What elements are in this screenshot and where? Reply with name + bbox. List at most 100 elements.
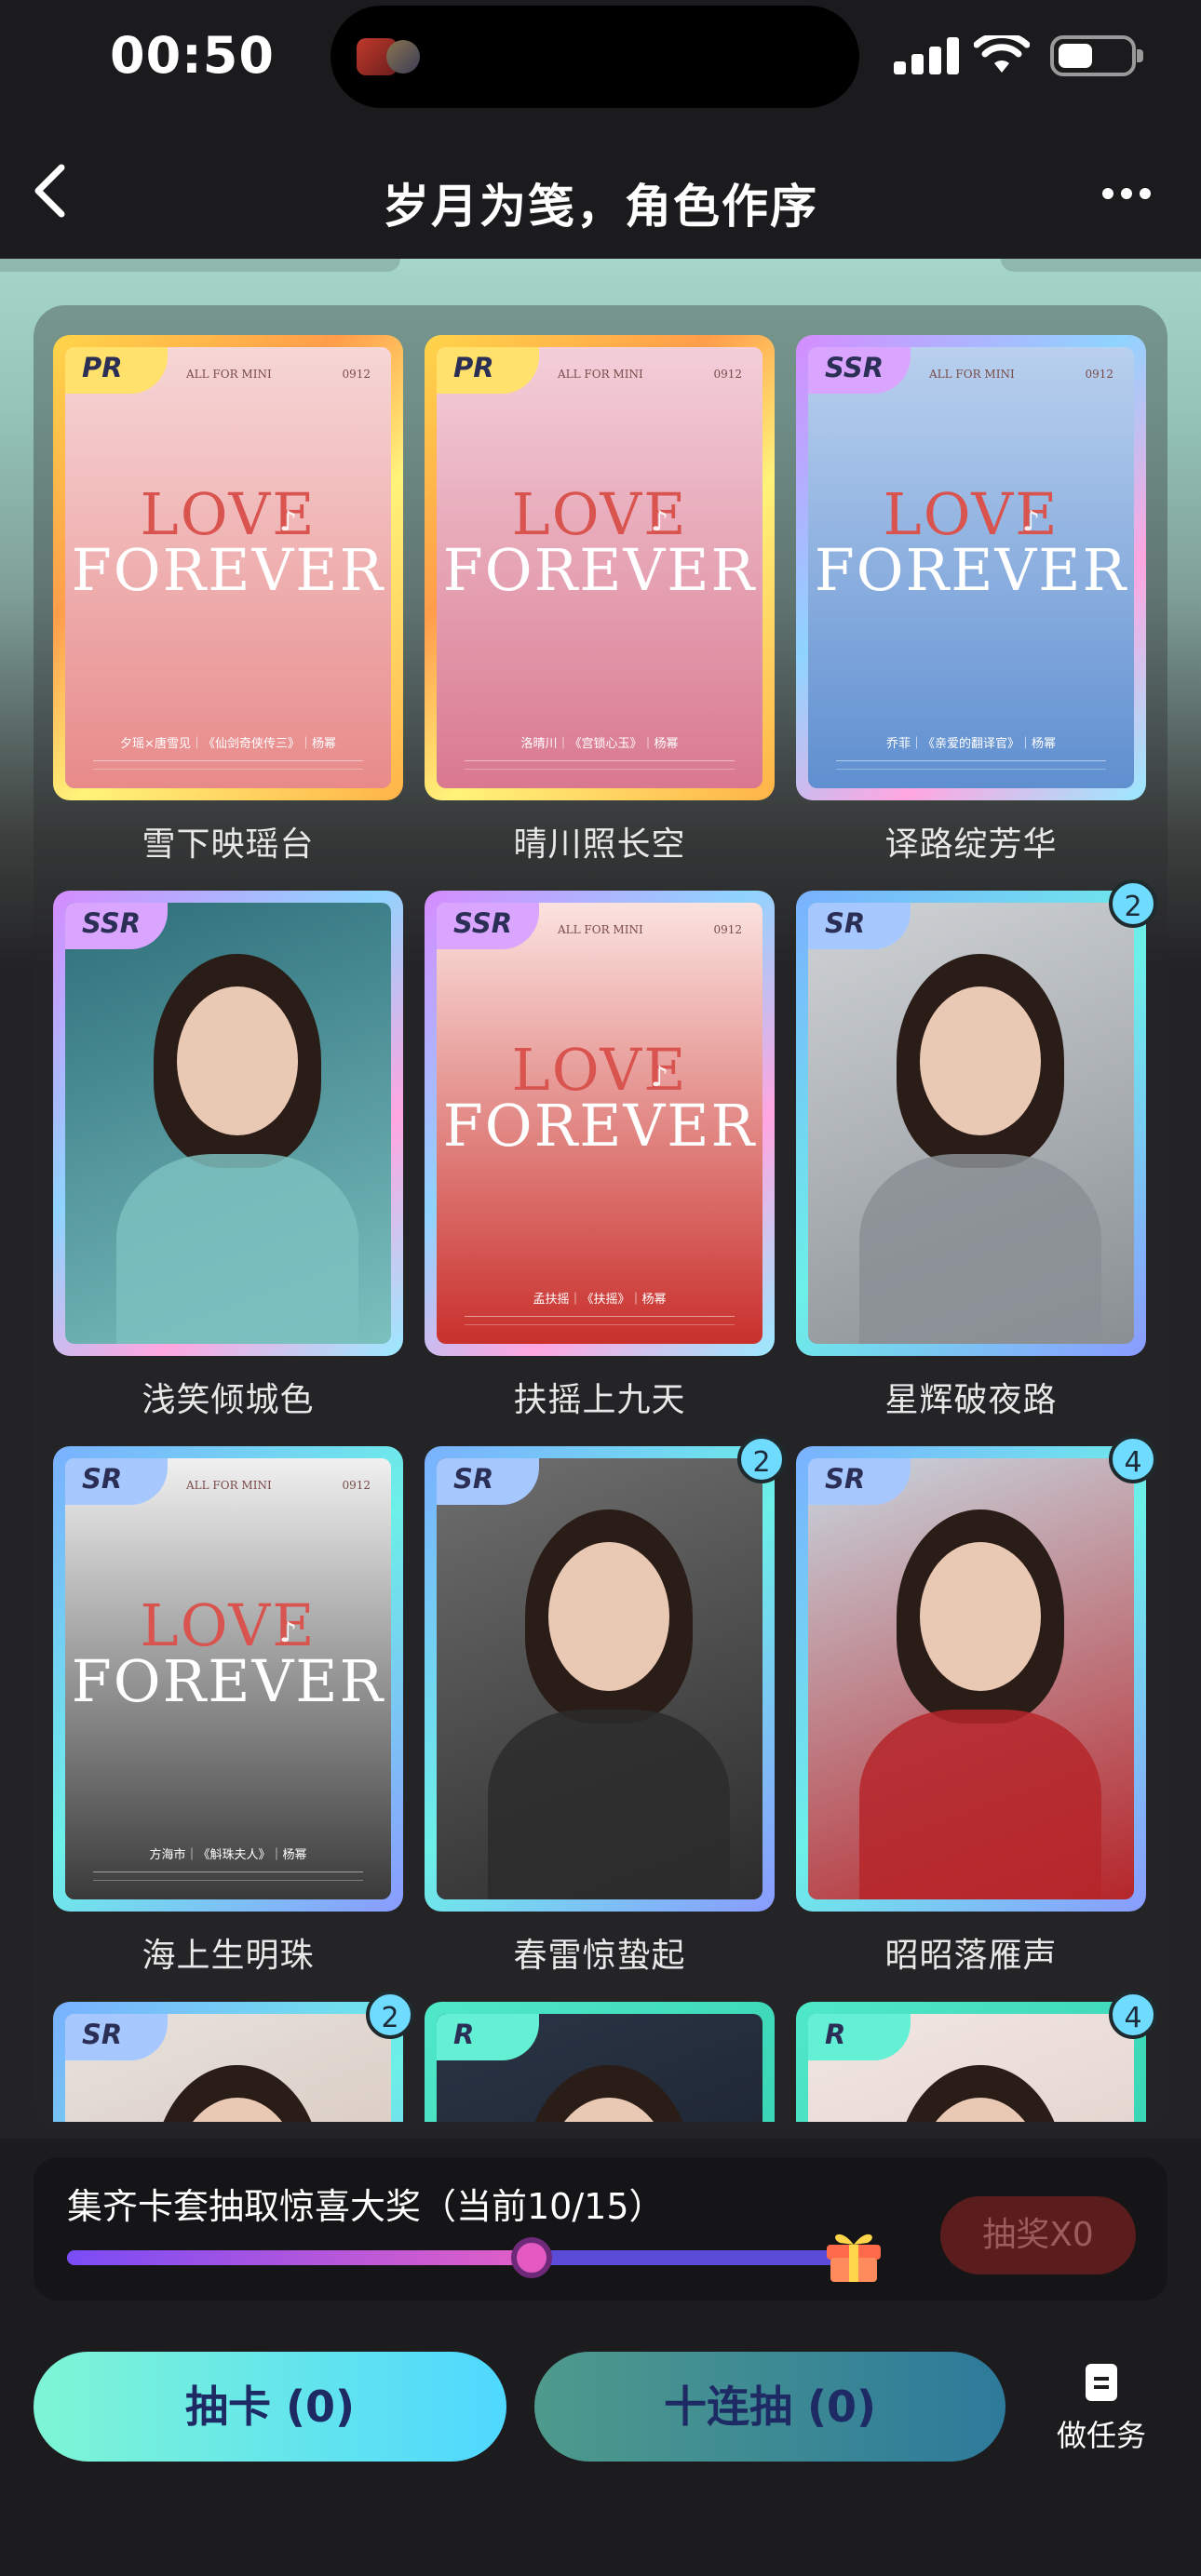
progress-knob (511, 2237, 552, 2278)
page-title: 岁月为笺，角色作序 (383, 180, 818, 234)
status-time: 00:50 (110, 26, 275, 85)
card-item[interactable]: SR 2 (53, 1991, 414, 2122)
poster-credit: 乔菲｜《亲爱的翻译官》｜杨幂 (885, 737, 1056, 751)
progress-bar (67, 2237, 877, 2278)
poster-credit: 夕瑶×唐雪见｜《仙剑奇侠传三》｜杨幂 (120, 737, 336, 751)
card-item[interactable]: ALL FOR MINI 0912 LOVE FOREVER ♪ 洛晴川｜《宫锁心玉》… (425, 335, 775, 865)
card-name: 晴川照长空 (513, 825, 686, 864)
card-item[interactable]: R (425, 2002, 775, 2122)
count-badge: 2 (737, 1435, 786, 1483)
card-item[interactable]: SR 2 春雷惊蛰起 (425, 1435, 786, 1977)
card-item[interactable]: SSR 浅笑倾城色 (53, 891, 403, 1421)
card-frame[interactable]: ALL FOR MINI 0912 LOVE FOREVER ♪ 孟扶摇｜《扶摇》｜杨… (425, 891, 775, 1356)
card-frame[interactable]: R (796, 2002, 1146, 2122)
poster-divider (93, 760, 363, 770)
card-poster: ALL FOR MINI 0912 LOVE FOREVER ♪ 乔菲｜《亲爱的翻译官… (808, 347, 1134, 788)
count-badge: 4 (1109, 1991, 1157, 2039)
gift-icon[interactable] (821, 2220, 886, 2286)
task-icon (1086, 2364, 1117, 2401)
poster-date: 0912 (1085, 368, 1113, 381)
more-icon[interactable] (1089, 179, 1164, 207)
card-frame[interactable]: ALL FOR MINI 0912 LOVE FOREVER ♪ 乔菲｜《亲爱的翻译官… (796, 335, 1146, 800)
poster-title: LOVE FOREVER ♪ (814, 480, 1128, 604)
card-photo: SR (65, 2014, 391, 2122)
home-area (0, 2513, 1201, 2576)
card-frame[interactable]: ALL FOR MINI 0912 LOVE FOREVER ♪ 夕瑶×唐雪见｜《仙剑… (53, 335, 403, 800)
count-badge: 2 (1109, 879, 1157, 928)
card-name: 海上生明珠 (142, 1937, 315, 1975)
draw-card-button[interactable]: 抽卡 (0) (34, 2352, 506, 2462)
count-badge: 2 (366, 1991, 414, 2039)
poster-title: LOVE FOREVER ♪ (71, 480, 385, 604)
task-label: 做任务 (1056, 2418, 1146, 2453)
poster-divider (465, 760, 735, 770)
poster-divider (836, 760, 1106, 770)
card-name: 雪下映瑶台 (142, 825, 315, 864)
card-photo: SSR (65, 903, 391, 1344)
poster-date: 0912 (713, 923, 742, 936)
lottery-button[interactable]: 抽奖X0 (940, 2196, 1136, 2274)
card-grid: ALL FOR MINI 0912 LOVE FOREVER ♪ 夕瑶×唐雪见｜《仙剑… (0, 335, 1201, 2122)
card-frame[interactable]: SR (53, 2002, 403, 2122)
card-item[interactable]: ALL FOR MINI 0912 LOVE FOREVER ♪ 孟扶摇｜《扶摇》｜杨… (425, 891, 775, 1421)
poster-date: 0912 (342, 1479, 371, 1492)
card-item[interactable]: ALL FOR MINI 0912 LOVE FOREVER ♪ 方海市｜《斛珠夫人》… (53, 1446, 403, 1977)
card-photo: SR (808, 903, 1134, 1344)
poster-credit: 孟扶摇｜《扶摇》｜杨幂 (533, 1293, 667, 1307)
card-name: 昭昭落雁声 (884, 1937, 1058, 1975)
card-frame[interactable]: SR (796, 891, 1146, 1356)
dynamic-island (331, 6, 859, 108)
card-item[interactable]: SR 4 昭昭落雁声 (796, 1435, 1157, 1977)
card-item[interactable]: SR 2 星辉破夜路 (796, 879, 1157, 1421)
avatar (386, 40, 420, 74)
card-frame[interactable]: ALL FOR MINI 0912 LOVE FOREVER ♪ 洛晴川｜《宫锁心玉》… (425, 335, 775, 800)
count-badge: 4 (1109, 1435, 1157, 1483)
card-item[interactable]: ALL FOR MINI 0912 LOVE FOREVER ♪ 夕瑶×唐雪见｜《仙剑… (53, 335, 403, 865)
card-frame[interactable]: SR (796, 1446, 1146, 1912)
poster-date: 0912 (713, 368, 742, 381)
progress-fill (67, 2250, 532, 2265)
card-name: 浅笑倾城色 (142, 1381, 315, 1419)
poster-divider (93, 1872, 363, 1881)
poster-brand: ALL FOR MINI (558, 923, 643, 936)
poster-title: LOVE FOREVER ♪ (71, 1591, 385, 1715)
nav-bar: 岁月为笺，角色作序 (0, 121, 1201, 261)
poster-credit: 洛晴川｜《宫锁心玉》｜杨幂 (520, 737, 679, 751)
card-poster: ALL FOR MINI 0912 LOVE FOREVER ♪ 洛晴川｜《宫锁心玉》… (437, 347, 762, 788)
card-item[interactable]: ALL FOR MINI 0912 LOVE FOREVER ♪ 乔菲｜《亲爱的翻译官… (796, 335, 1146, 865)
tab-strip (0, 259, 400, 272)
poster-brand: ALL FOR MINI (929, 368, 1015, 381)
poster-title: LOVE FOREVER ♪ (442, 480, 757, 604)
poster-credit: 方海市｜《斛珠夫人》｜杨幂 (149, 1848, 307, 1862)
card-poster: ALL FOR MINI 0912 LOVE FOREVER ♪ 夕瑶×唐雪见｜《仙剑… (65, 347, 391, 788)
signal-icon (894, 37, 959, 74)
card-name: 春雷惊蛰起 (513, 1937, 686, 1975)
task-button[interactable]: 做任务 (1050, 2364, 1153, 2457)
poster-brand: ALL FOR MINI (558, 368, 643, 381)
card-name: 星辉破夜路 (884, 1381, 1058, 1419)
status-bar: 00:50 (0, 0, 1201, 121)
tab-strip (1001, 259, 1201, 272)
card-photo: R (808, 2014, 1134, 2122)
ten-draw-button[interactable]: 十连抽 (0) (534, 2352, 1005, 2462)
battery-icon (1050, 35, 1143, 76)
wifi-icon (974, 35, 1030, 73)
card-frame[interactable]: SR (425, 1446, 775, 1912)
progress-label: 集齐卡套抽取惊喜大奖（当前10/15） (67, 2186, 665, 2227)
collection-progress-panel: 集齐卡套抽取惊喜大奖（当前10/15） 抽奖X0 (34, 2157, 1167, 2301)
poster-divider (465, 1316, 735, 1325)
card-poster: ALL FOR MINI 0912 LOVE FOREVER ♪ 方海市｜《斛珠夫人》… (65, 1458, 391, 1899)
poster-title: LOVE FOREVER ♪ (442, 1036, 757, 1160)
card-name: 译路绽芳华 (884, 825, 1058, 864)
card-poster: ALL FOR MINI 0912 LOVE FOREVER ♪ 孟扶摇｜《扶摇》｜杨… (437, 903, 762, 1344)
card-item[interactable]: R4 (796, 1991, 1157, 2122)
card-photo: SR (808, 1458, 1134, 1899)
card-name: 扶摇上九天 (513, 1381, 686, 1419)
card-frame[interactable]: ALL FOR MINI 0912 LOVE FOREVER ♪ 方海市｜《斛珠夫人》… (53, 1446, 403, 1912)
card-photo: R (437, 2014, 762, 2122)
card-photo: SR (437, 1458, 762, 1899)
card-frame[interactable]: SSR (53, 891, 403, 1356)
card-frame[interactable]: R (425, 2002, 775, 2122)
poster-brand: ALL FOR MINI (186, 368, 272, 381)
poster-date: 0912 (342, 368, 371, 381)
